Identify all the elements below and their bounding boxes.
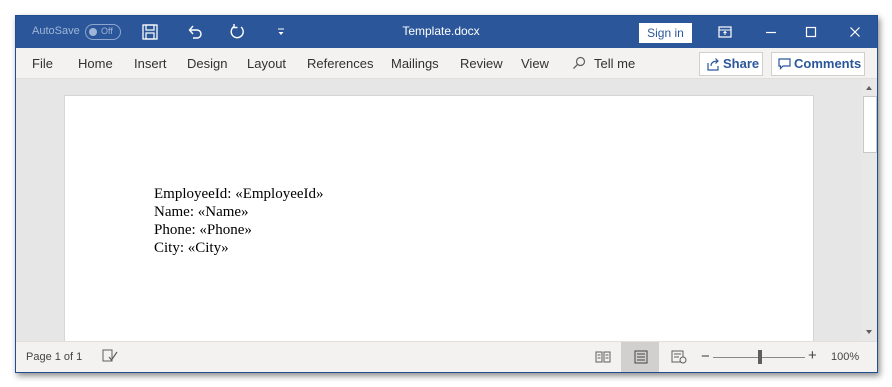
comment-icon (778, 58, 791, 70)
comments-button[interactable]: Comments (771, 52, 865, 76)
document-title: Template.docx (402, 24, 480, 38)
field-line-name[interactable]: Name: «Name» (154, 203, 324, 221)
web-layout-icon (671, 350, 687, 364)
maximize-icon[interactable] (802, 23, 820, 41)
page-count[interactable]: Page 1 of 1 (26, 351, 82, 363)
search-icon[interactable] (572, 56, 586, 70)
autosave-state: Off (101, 26, 113, 36)
tab-mailings[interactable]: Mailings (391, 56, 439, 71)
share-button[interactable]: Share (699, 52, 763, 76)
tab-references[interactable]: References (307, 56, 373, 71)
redo-icon[interactable] (228, 23, 246, 41)
zoom-out-button[interactable]: − (701, 348, 710, 365)
share-icon (706, 57, 720, 71)
read-mode-button[interactable] (583, 342, 621, 372)
web-layout-button[interactable] (659, 342, 697, 372)
ribbon-display-options-icon[interactable] (716, 23, 734, 41)
autosave-toggle[interactable]: Off (85, 24, 121, 40)
menu-bar: File Home Insert Design Layout Reference… (16, 48, 877, 79)
scroll-up-icon[interactable] (861, 81, 877, 95)
print-layout-button[interactable] (621, 342, 659, 372)
proofing-icon[interactable] (102, 349, 118, 364)
minimize-icon[interactable] (762, 23, 780, 41)
field-line-employee-id[interactable]: EmployeeId: «EmployeeId» (154, 185, 324, 203)
field-line-city[interactable]: City: «City» (154, 239, 324, 257)
status-bar: Page 1 of 1 − + 100% (16, 341, 877, 372)
tab-home[interactable]: Home (78, 56, 113, 71)
read-mode-icon (595, 351, 611, 363)
save-icon[interactable] (141, 23, 159, 41)
close-icon[interactable] (846, 23, 864, 41)
customize-quick-access-icon[interactable] (274, 23, 288, 41)
tab-insert[interactable]: Insert (134, 56, 167, 71)
tab-view[interactable]: View (521, 56, 549, 71)
document-body[interactable]: EmployeeId: «EmployeeId» Name: «Name» Ph… (154, 185, 324, 257)
zoom-slider-thumb[interactable] (758, 350, 762, 364)
zoom-in-button[interactable]: + (808, 347, 817, 364)
autosave-label: AutoSave (32, 25, 80, 37)
share-label: Share (723, 56, 760, 71)
word-window: AutoSave Off Template.docx Sign in File … (15, 15, 878, 373)
tab-layout[interactable]: Layout (247, 56, 286, 71)
tab-review[interactable]: Review (460, 56, 503, 71)
zoom-level[interactable]: 100% (831, 351, 859, 363)
print-layout-icon (634, 350, 648, 364)
sign-in-button[interactable]: Sign in (639, 23, 692, 43)
tab-file[interactable]: File (32, 56, 53, 71)
tab-design[interactable]: Design (187, 56, 227, 71)
autosave-toggle-knob (89, 28, 97, 36)
undo-icon[interactable] (186, 23, 204, 41)
scroll-down-icon[interactable] (861, 325, 877, 339)
title-bar: AutoSave Off Template.docx Sign in (16, 16, 877, 48)
document-page[interactable]: EmployeeId: «EmployeeId» Name: «Name» Ph… (64, 95, 814, 357)
tell-me-box[interactable]: Tell me (594, 56, 635, 71)
comments-label: Comments (794, 56, 862, 71)
document-canvas: EmployeeId: «EmployeeId» Name: «Name» Ph… (16, 79, 861, 357)
field-line-phone[interactable]: Phone: «Phone» (154, 221, 324, 239)
scrollbar-thumb[interactable] (863, 96, 877, 153)
vertical-scrollbar[interactable] (861, 79, 877, 341)
